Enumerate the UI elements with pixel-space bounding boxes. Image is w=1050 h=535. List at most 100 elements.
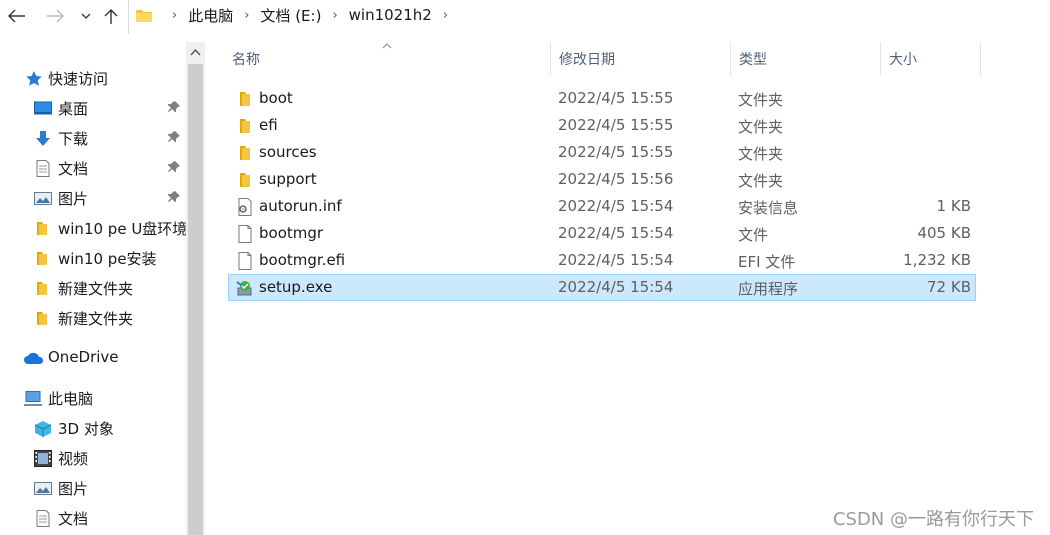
- download-icon: [36, 131, 50, 146]
- column-type[interactable]: 类型: [731, 42, 881, 76]
- file-name: sources: [259, 143, 317, 161]
- address-bar[interactable]: › 此电脑 › 文档 (E:) › win1021h2 ›: [128, 0, 1050, 34]
- table-row[interactable]: bootmgr.efi 2022/4/5 15:54 EFI 文件 1,232 …: [228, 247, 976, 274]
- file-size: 405 KB: [917, 224, 971, 242]
- sidebar-item-downloads[interactable]: 下载: [0, 124, 186, 152]
- sidebar-item-pictures-pc[interactable]: 图片: [0, 474, 186, 502]
- sidebar-item-desktop[interactable]: 桌面: [0, 94, 186, 122]
- file-date: 2022/4/5 15:55: [558, 89, 674, 107]
- table-row[interactable]: bootmgr 2022/4/5 15:54 文件 405 KB: [228, 220, 976, 247]
- folder-icon: [37, 252, 47, 265]
- folder-icon: [136, 10, 152, 22]
- file-date: 2022/4/5 15:54: [558, 224, 674, 242]
- navigation-pane: 快速访问 桌面 下载 文档 图片 win10 pe U盘环境 win10 pe安…: [0, 42, 206, 535]
- file-icon: [238, 225, 252, 243]
- breadcrumb: › 此电脑 › 文档 (E:) › win1021h2 ›: [135, 0, 459, 30]
- sidebar-item-pictures[interactable]: 图片: [0, 184, 186, 212]
- file-name: efi: [259, 116, 278, 134]
- breadcrumb-this-pc[interactable]: 此电脑: [188, 5, 233, 26]
- star-icon: [26, 71, 42, 86]
- file-type: 文件夹: [738, 118, 784, 136]
- table-row[interactable]: sources 2022/4/5 15:55 文件夹: [228, 139, 976, 166]
- back-button[interactable]: [6, 4, 28, 28]
- file-date: 2022/4/5 15:54: [558, 278, 674, 296]
- folder-icon: [240, 119, 250, 133]
- watermark: CSDN @一路有你行天下: [832, 509, 1034, 530]
- sidebar-item-quick-access[interactable]: 快速访问: [0, 64, 186, 92]
- cube-icon: [34, 421, 52, 437]
- file-date: 2022/4/5 15:55: [558, 116, 674, 134]
- video-icon: [34, 450, 52, 467]
- file-date: 2022/4/5 15:54: [558, 251, 674, 269]
- breadcrumb-drive-e[interactable]: 文档 (E:): [260, 5, 321, 26]
- file-size: 1 KB: [936, 197, 971, 215]
- file-type: 应用程序: [738, 280, 799, 298]
- sidebar-item-label: 文档: [58, 160, 89, 178]
- table-row[interactable]: autorun.inf 2022/4/5 15:54 安装信息 1 KB: [228, 193, 976, 220]
- file-type: 文件夹: [738, 172, 784, 190]
- file-date: 2022/4/5 15:54: [558, 197, 674, 215]
- arrow-up-icon: [104, 8, 118, 24]
- recent-locations-button[interactable]: [78, 4, 94, 28]
- sidebar-item-label: 桌面: [58, 100, 89, 118]
- pin-icon[interactable]: [167, 190, 181, 204]
- sidebar-item-folder-new-1[interactable]: 新建文件夹: [0, 274, 186, 302]
- file-name: setup.exe: [259, 278, 333, 296]
- sidebar-item-label: win10 pe U盘环境: [58, 220, 188, 238]
- file-list: 名称 修改日期 类型 大小 boot 2022/4/5 15:55 文件夹 ef…: [206, 42, 1050, 535]
- forward-button[interactable]: [44, 4, 66, 28]
- up-button[interactable]: [101, 4, 121, 28]
- column-headers: 名称 修改日期 类型 大小: [206, 42, 1050, 76]
- pin-icon[interactable]: [167, 130, 181, 144]
- sidebar-item-folder-new-2[interactable]: 新建文件夹: [0, 304, 186, 332]
- address-toolbar: › 此电脑 › 文档 (E:) › win1021h2 ›: [0, 0, 1050, 34]
- table-row[interactable]: support 2022/4/5 15:56 文件夹: [228, 166, 976, 193]
- sidebar-item-documents-pc[interactable]: 文档: [0, 504, 186, 532]
- breadcrumb-separator-icon[interactable]: ›: [443, 8, 448, 23]
- column-name[interactable]: 名称: [224, 42, 551, 76]
- desktop-icon: [34, 101, 52, 115]
- file-name: bootmgr: [259, 224, 324, 242]
- column-date-modified[interactable]: 修改日期: [551, 42, 731, 76]
- file-icon: [238, 252, 252, 270]
- file-type: EFI 文件: [738, 253, 796, 271]
- sidebar-item-documents[interactable]: 文档: [0, 154, 186, 182]
- pin-icon[interactable]: [167, 100, 181, 114]
- file-date: 2022/4/5 15:55: [558, 143, 674, 161]
- sidebar-item-onedrive[interactable]: OneDrive: [0, 344, 186, 372]
- computer-icon: [24, 391, 42, 406]
- sidebar-item-folder-win10-pe-install[interactable]: win10 pe安装: [0, 244, 186, 272]
- file-name: autorun.inf: [259, 197, 342, 215]
- pictures-icon: [34, 482, 52, 495]
- file-type: 安装信息: [738, 199, 799, 217]
- sidebar-item-label: 文档: [58, 510, 89, 528]
- arrow-left-icon: [8, 9, 25, 23]
- sidebar-item-label: 此电脑: [48, 390, 94, 408]
- file-size: 1,232 KB: [903, 251, 971, 269]
- breadcrumb-separator-icon: ›: [332, 7, 338, 23]
- setup-icon: [236, 281, 252, 296]
- folder-icon: [37, 282, 47, 295]
- sidebar-item-label: 快速访问: [48, 70, 109, 88]
- file-type: 文件夹: [738, 91, 784, 109]
- breadcrumb-current-folder[interactable]: win1021h2: [349, 6, 432, 24]
- sidebar-item-videos[interactable]: 视频: [0, 444, 186, 472]
- pictures-icon: [34, 192, 52, 205]
- scroll-up-arrow-icon[interactable]: [190, 48, 201, 57]
- pin-icon[interactable]: [167, 160, 181, 174]
- file-name: support: [259, 170, 317, 188]
- sidebar-item-folder-win10-pe-usb[interactable]: win10 pe U盘环境: [0, 214, 188, 242]
- sidebar-scrollbar[interactable]: [186, 42, 205, 535]
- folder-icon: [37, 222, 47, 235]
- file-type: 文件夹: [738, 145, 784, 163]
- cloud-icon: [24, 352, 44, 364]
- scrollbar-thumb[interactable]: [188, 64, 203, 535]
- sidebar-item-3d-objects[interactable]: 3D 对象: [0, 414, 186, 442]
- table-row[interactable]: efi 2022/4/5 15:55 文件夹: [228, 112, 976, 139]
- table-row[interactable]: boot 2022/4/5 15:55 文件夹: [228, 85, 976, 112]
- sidebar-item-this-pc[interactable]: 此电脑: [0, 384, 186, 412]
- sidebar-item-label: 新建文件夹: [58, 280, 134, 298]
- column-size[interactable]: 大小: [881, 42, 981, 76]
- table-row-selected[interactable]: setup.exe 2022/4/5 15:54 应用程序 72 KB: [228, 274, 976, 301]
- document-icon: [36, 510, 50, 527]
